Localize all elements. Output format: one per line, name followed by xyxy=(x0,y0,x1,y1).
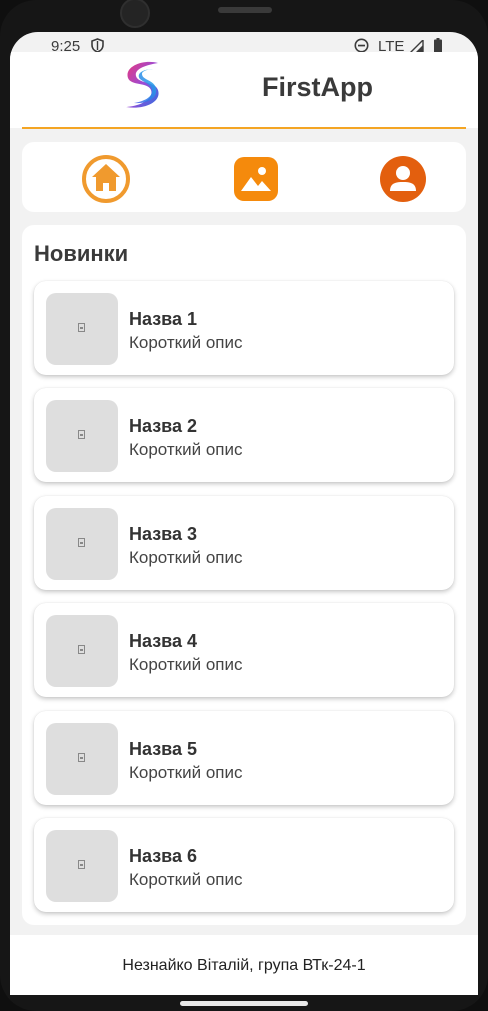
list-item[interactable]: Назва 6 Короткий опис xyxy=(34,818,454,912)
item-description: Короткий опис xyxy=(129,333,243,352)
item-thumbnail xyxy=(46,615,118,687)
list-item[interactable]: Назва 4 Короткий опис xyxy=(34,603,454,697)
item-title: Назва 5 xyxy=(129,739,198,759)
image-placeholder-icon xyxy=(78,323,85,332)
header-divider xyxy=(22,127,466,129)
item-description: Короткий опис xyxy=(129,548,243,567)
list-item[interactable]: Назва 3 Короткий опис xyxy=(34,496,454,590)
front-camera xyxy=(120,0,150,28)
image-placeholder-icon xyxy=(78,430,85,439)
item-description: Короткий опис xyxy=(129,655,243,674)
news-section: Новинки Назва 1 Короткий опис Назва 2 Ко… xyxy=(22,225,466,925)
item-description: Короткий опис xyxy=(129,763,243,782)
home-indicator[interactable] xyxy=(180,1001,308,1006)
item-description: Короткий опис xyxy=(129,870,243,889)
item-title: Назва 1 xyxy=(129,309,198,329)
home-icon[interactable] xyxy=(82,155,130,203)
image-icon[interactable] xyxy=(232,155,280,203)
item-title: Назва 2 xyxy=(129,416,198,436)
image-placeholder-icon xyxy=(78,753,85,762)
item-thumbnail xyxy=(46,293,118,365)
app-title: FirstApp xyxy=(262,72,373,102)
app-logo-icon xyxy=(126,61,159,108)
list-item[interactable]: Назва 2 Короткий опис xyxy=(34,388,454,482)
item-description: Короткий опис xyxy=(129,440,243,459)
item-thumbnail xyxy=(46,723,118,795)
nav-bar xyxy=(22,142,466,212)
battery-icon xyxy=(434,38,442,53)
footer: Незнайко Віталій, група ВТк-24-1 xyxy=(10,935,478,995)
item-thumbnail xyxy=(46,508,118,580)
item-thumbnail xyxy=(46,400,118,472)
app-header: FirstApp xyxy=(10,52,478,128)
footer-text: Незнайко Віталій, група ВТк-24-1 xyxy=(122,957,366,974)
section-title: Новинки xyxy=(34,241,129,266)
item-thumbnail xyxy=(46,830,118,902)
person-icon[interactable] xyxy=(379,155,427,203)
item-title: Назва 4 xyxy=(129,631,198,651)
phone-frame: 9:25 LTE FirstApp Новинки Назва 1 Коротк… xyxy=(0,0,488,1011)
image-placeholder-icon xyxy=(78,538,85,547)
image-placeholder-icon xyxy=(78,645,85,654)
image-placeholder-icon xyxy=(78,860,85,869)
item-title: Назва 3 xyxy=(129,524,198,544)
earpiece-speaker xyxy=(218,7,272,13)
do-not-disturb-icon xyxy=(354,38,369,53)
list-item[interactable]: Назва 5 Короткий опис xyxy=(34,711,454,805)
item-title: Назва 6 xyxy=(129,846,198,866)
app-screen: 9:25 LTE FirstApp Новинки Назва 1 Коротк… xyxy=(10,32,478,995)
shield-icon xyxy=(91,38,104,53)
list-item[interactable]: Назва 1 Короткий опис xyxy=(34,281,454,375)
